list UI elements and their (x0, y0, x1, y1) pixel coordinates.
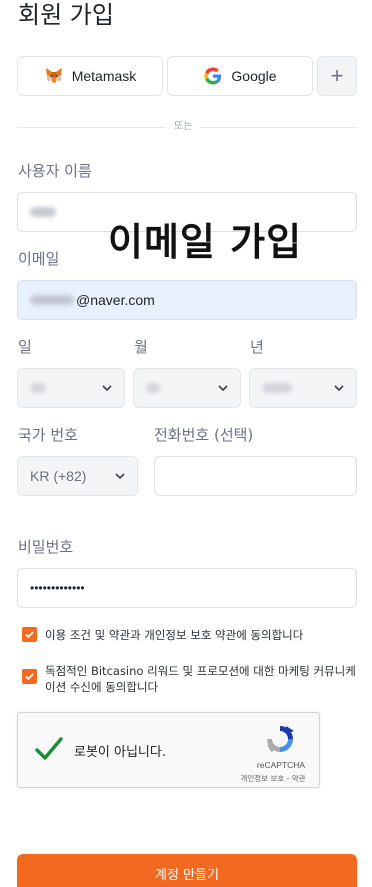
birth-year-blurred-value (262, 383, 292, 393)
google-button[interactable]: Google (167, 56, 313, 96)
birth-year-label: 년 (250, 338, 264, 356)
consent-terms-checkbox[interactable] (22, 627, 37, 642)
email-value: @naver.com (76, 292, 155, 308)
google-label: Google (231, 68, 277, 84)
overlay-caption: 이메일 가입 (108, 220, 303, 264)
recaptcha-logo-icon (267, 726, 294, 753)
page-title: 회원 가입 (18, 1, 114, 29)
recaptcha-widget: 로봇이 아닙니다. reCAPTCHA 개인정보 보호 - 약관 (17, 712, 320, 788)
email-label: 이메일 (18, 250, 60, 268)
create-account-button[interactable]: 계정 만들기 (17, 854, 357, 887)
chevron-down-icon (334, 385, 344, 392)
consent-marketing-row: 독점적인 Bitcasino 리워드 및 프로모션에 대한 마케팅 커뮤니케이션… (22, 663, 358, 695)
more-options-button[interactable]: + (317, 56, 357, 96)
password-masked-value: ••••••••••••• (30, 581, 85, 595)
username-label: 사용자 이름 (18, 162, 92, 180)
plus-icon: + (330, 63, 344, 88)
email-input[interactable]: @naver.com (17, 280, 357, 320)
consent-terms-row: 이용 조건 및 약관과 개인정보 보호 약관에 동의합니다 (22, 627, 303, 643)
birth-year-select[interactable] (249, 368, 357, 408)
phone-input[interactable] (154, 456, 357, 496)
create-account-label: 계정 만들기 (155, 868, 219, 883)
birth-month-label: 월 (134, 338, 148, 356)
divider-label: 또는 (166, 120, 201, 134)
birth-month-blurred-value (146, 383, 160, 393)
country-code-select[interactable]: KR (+82) (17, 456, 138, 496)
chevron-down-icon (102, 385, 112, 392)
recaptcha-brand: reCAPTCHA (256, 760, 306, 770)
recaptcha-checkbox[interactable] (34, 735, 64, 763)
consent-marketing-text: 독점적인 Bitcasino 리워드 및 프로모션에 대한 마케팅 커뮤니케이션… (45, 664, 356, 694)
birth-day-blurred-value (30, 383, 46, 393)
consent-marketing-checkbox[interactable] (22, 669, 37, 684)
recaptcha-terms-link[interactable]: 개인정보 보호 - 약관 (228, 773, 318, 784)
social-login-row: Metamask Google + (17, 56, 357, 96)
password-input[interactable]: ••••••••••••• (17, 568, 357, 608)
chevron-down-icon (115, 473, 125, 480)
recaptcha-label: 로봇이 아닙니다. (74, 745, 166, 760)
metamask-label: Metamask (71, 68, 137, 84)
birth-month-select[interactable] (133, 368, 241, 408)
birth-day-select[interactable] (17, 368, 125, 408)
country-code-value: KR (+82) (30, 468, 87, 484)
phone-label: 전화번호 (선택) (154, 426, 254, 444)
google-icon (203, 66, 223, 86)
password-label: 비밀번호 (18, 538, 74, 556)
checkmark-icon (25, 673, 34, 681)
chevron-down-icon (218, 385, 228, 392)
birth-day-label: 일 (18, 338, 32, 356)
metamask-fox-icon (44, 66, 64, 86)
consent-terms-text: 이용 조건 및 약관과 개인정보 보호 약관에 동의합니다 (45, 628, 304, 642)
checkmark-icon (25, 631, 34, 639)
metamask-button[interactable]: Metamask (17, 56, 163, 96)
email-blurred-prefix (30, 295, 74, 305)
country-code-label: 국가 번호 (18, 426, 78, 444)
username-blurred-value (30, 207, 56, 217)
